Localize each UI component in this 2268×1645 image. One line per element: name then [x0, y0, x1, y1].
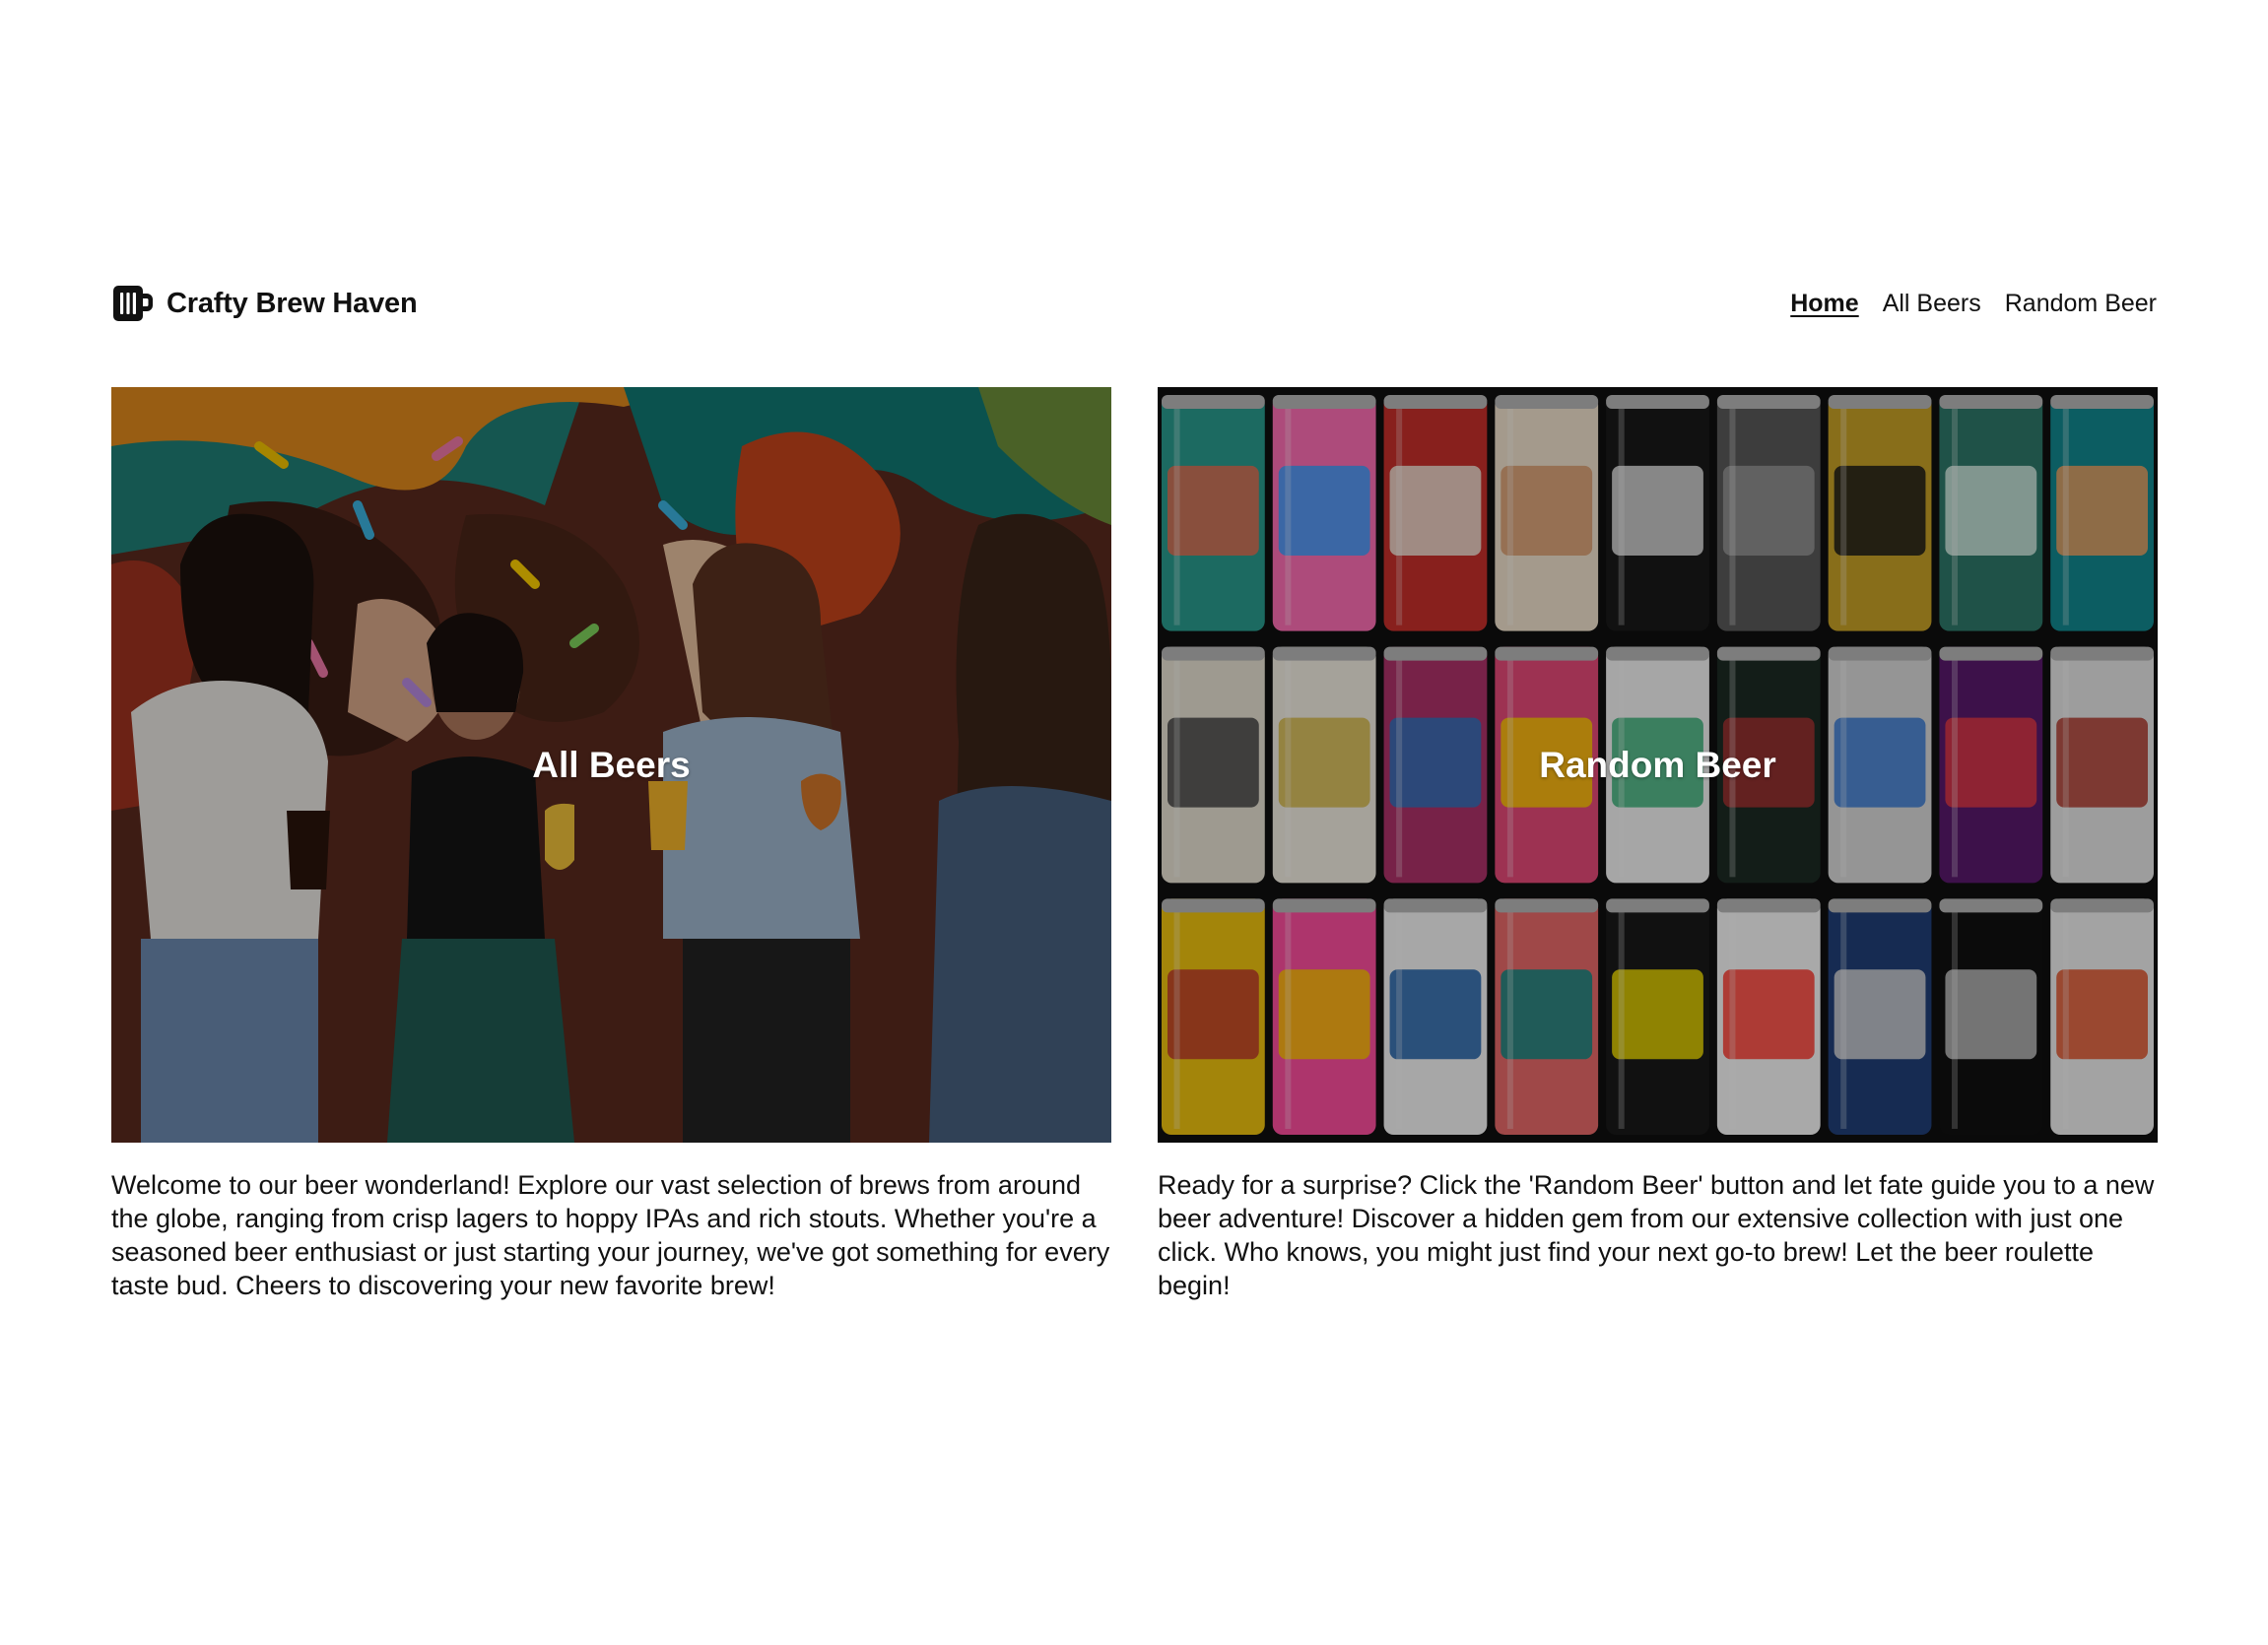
card-title-random-beer: Random Beer	[1539, 744, 1776, 785]
nav-link-random-beer[interactable]: Random Beer	[2005, 290, 2157, 318]
card-random-beer: Random Beer Ready for a surprise? Click …	[1158, 387, 2158, 1302]
nav-link-all-beers[interactable]: All Beers	[1883, 290, 1981, 318]
nav-link-home[interactable]: Home	[1790, 290, 1858, 318]
card-description-all-beers: Welcome to our beer wonderland! Explore …	[111, 1170, 1110, 1300]
brand-name: Crafty Brew Haven	[167, 287, 418, 319]
all-beers-image-link[interactable]: All Beers	[111, 387, 1111, 1143]
feature-cards: All Beers Welcome to our beer wonderland…	[111, 387, 2158, 1302]
card-all-beers: All Beers Welcome to our beer wonderland…	[111, 387, 1111, 1302]
site-header: Crafty Brew Haven Home All Beers Random …	[111, 279, 2157, 328]
brand[interactable]: Crafty Brew Haven	[111, 282, 418, 325]
main-nav: Home All Beers Random Beer	[1790, 290, 2157, 318]
card-title-all-beers: All Beers	[532, 744, 691, 785]
beer-mug-icon	[113, 286, 153, 321]
random-beer-image-link[interactable]: Random Beer	[1158, 387, 2158, 1143]
card-description-random-beer: Ready for a surprise? Click the 'Random …	[1158, 1170, 2155, 1300]
